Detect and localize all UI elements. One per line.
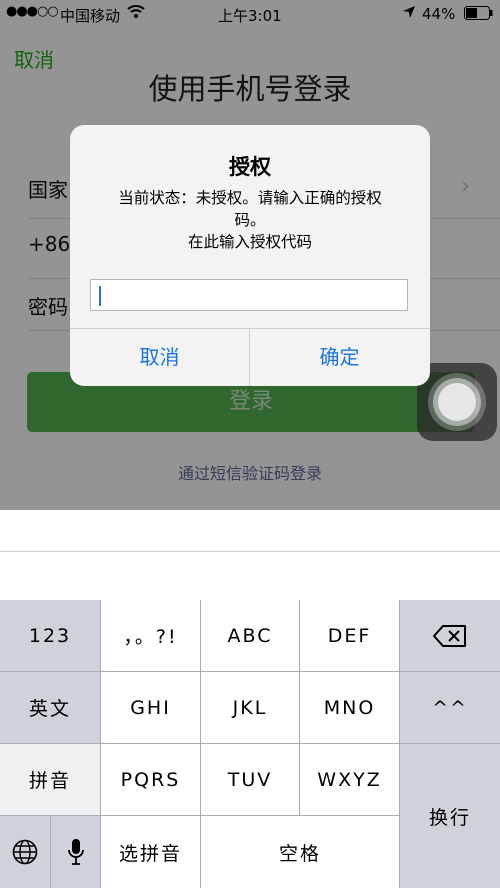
key-ghi[interactable]: GHI	[101, 672, 201, 744]
key-mno[interactable]: MNO	[300, 672, 400, 744]
key-microphone[interactable]	[51, 816, 101, 888]
backspace-icon	[433, 624, 466, 647]
key-123[interactable]: 123	[0, 600, 101, 672]
key-wxyz[interactable]: WXYZ	[300, 744, 400, 816]
keyboard-candidate-bar	[0, 510, 500, 600]
key-punctuation[interactable]: ，。?!	[101, 600, 201, 672]
dialog-message-line: 在此输入授权代码	[187, 233, 312, 251]
microphone-icon	[67, 839, 84, 865]
auth-code-input-box[interactable]	[90, 279, 408, 311]
assistive-touch-ring-inner	[438, 383, 476, 421]
key-select-pinyin[interactable]: 选拼音	[101, 816, 201, 888]
authorization-dialog: 授权 当前状态：未授权。请输入正确的授权 码。 在此输入授权代码 取消 确定	[70, 125, 430, 386]
key-backspace[interactable]	[400, 600, 500, 672]
dialog-confirm-button[interactable]: 确定	[250, 329, 429, 386]
key-emoticon[interactable]: ^^	[400, 672, 500, 744]
key-newline[interactable]: 换行	[400, 744, 500, 888]
key-def[interactable]: DEF	[300, 600, 400, 672]
key-jkl[interactable]: JKL	[201, 672, 300, 744]
dialog-message-line: 码。	[234, 211, 266, 229]
dialog-title: 授权	[229, 155, 271, 179]
key-space[interactable]: 空格	[201, 816, 400, 888]
globe-icon	[12, 839, 38, 865]
key-tuv[interactable]: TUV	[201, 744, 300, 816]
divider	[0, 551, 500, 552]
keyboard: 123 ，。?! ABC DEF 英文 GHI JKL MNO ^^ 拼音 PQ…	[0, 600, 500, 888]
dialog-message-line: 当前状态：未授权。请输入正确的授权	[118, 189, 382, 207]
key-abc[interactable]: ABC	[201, 600, 300, 672]
dialog-cancel-button[interactable]: 取消	[70, 329, 249, 386]
text-caret	[99, 286, 101, 306]
dialog-message: 当前状态：未授权。请输入正确的授权 码。 在此输入授权代码	[92, 187, 408, 253]
key-pinyin[interactable]: 拼音	[0, 744, 101, 816]
key-globe[interactable]	[0, 816, 51, 888]
key-pqrs[interactable]: PQRS	[101, 744, 201, 816]
key-english[interactable]: 英文	[0, 672, 101, 744]
auth-code-input[interactable]	[91, 280, 407, 310]
